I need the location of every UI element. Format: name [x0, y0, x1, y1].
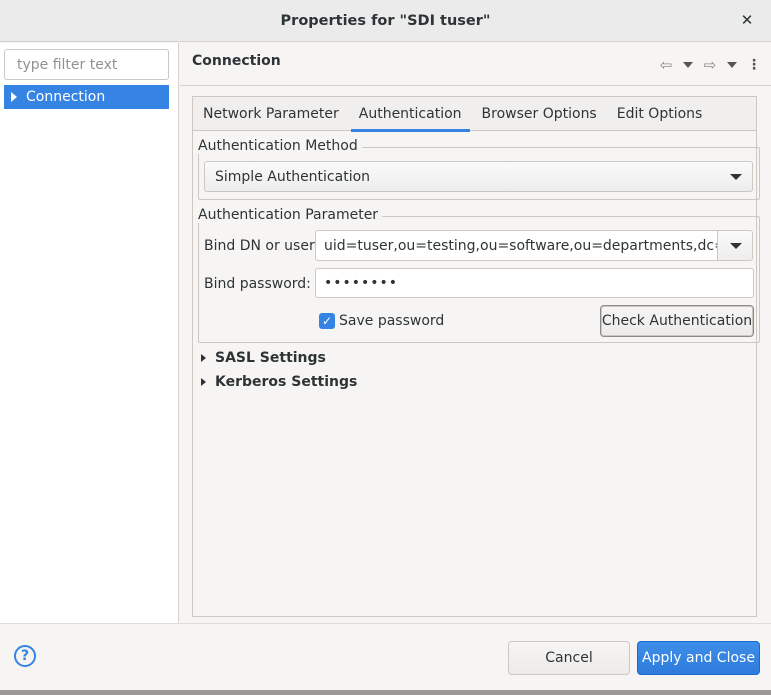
tab-edit-options[interactable]: Edit Options — [607, 97, 713, 131]
bind-dn-label: Bind DN or user: — [204, 238, 320, 254]
header-divider — [180, 85, 771, 86]
tree-item-label: Connection — [26, 89, 106, 105]
sasl-settings-label: SASL Settings — [215, 350, 326, 366]
tab-folder: Network Parameter Authentication Browser… — [192, 96, 760, 617]
sasl-settings-expander[interactable]: SASL Settings — [201, 350, 326, 366]
apply-and-close-button[interactable]: Apply and Close — [637, 641, 760, 675]
close-icon[interactable]: ✕ — [737, 10, 757, 30]
nav-toolbar: ⇦ ⇨ ⋮ — [655, 56, 761, 74]
tab-authentication[interactable]: Authentication — [349, 97, 472, 132]
auth-param-legend: Authentication Parameter — [198, 207, 383, 223]
cancel-button[interactable]: Cancel — [508, 641, 630, 675]
forward-history-dropdown-icon[interactable] — [727, 62, 737, 68]
filter-input[interactable] — [4, 49, 169, 80]
chevron-down-icon — [730, 243, 742, 249]
view-menu-icon[interactable]: ⋮ — [747, 57, 761, 73]
window-bottom-edge — [0, 690, 771, 695]
left-pane: Connection — [0, 43, 179, 623]
tab-network-parameter[interactable]: Network Parameter — [193, 97, 349, 131]
expand-arrow-icon[interactable] — [11, 92, 17, 102]
check-authentication-button[interactable]: Check Authentication — [600, 305, 754, 337]
title-bar: Properties for "SDI tuser" ✕ — [0, 0, 771, 42]
auth-method-value: Simple Authentication — [215, 168, 371, 185]
tab-bar: Network Parameter Authentication Browser… — [193, 97, 756, 132]
back-arrow-icon[interactable]: ⇦ — [655, 56, 677, 74]
save-password-checkbox[interactable]: ✓ — [319, 313, 335, 329]
tab-browser-options[interactable]: Browser Options — [472, 97, 607, 131]
help-icon[interactable]: ? — [14, 645, 36, 667]
chevron-down-icon — [730, 173, 742, 180]
back-history-dropdown-icon[interactable] — [683, 62, 693, 68]
expand-arrow-icon — [201, 354, 206, 362]
right-pane: Connection ⇦ ⇨ ⋮ Network Parameter Authe… — [180, 43, 771, 623]
kerberos-settings-label: Kerberos Settings — [215, 374, 358, 390]
page-title: Connection — [192, 53, 281, 69]
tree-item-connection[interactable]: Connection — [4, 85, 169, 109]
footer-divider — [0, 623, 771, 624]
bind-dn-history-button[interactable] — [717, 230, 753, 261]
save-password-label[interactable]: Save password — [339, 313, 444, 329]
auth-method-legend: Authentication Method — [198, 138, 362, 154]
password-field[interactable]: •••••••• — [315, 268, 754, 298]
kerberos-settings-expander[interactable]: Kerberos Settings — [201, 374, 357, 390]
window-title: Properties for "SDI tuser" — [280, 12, 491, 29]
password-label: Bind password: — [204, 276, 311, 292]
bind-dn-input[interactable]: uid=tuser,ou=testing,ou=software,ou=depa… — [315, 230, 718, 261]
expand-arrow-icon — [201, 378, 206, 386]
auth-method-select[interactable]: Simple Authentication — [204, 161, 753, 192]
forward-arrow-icon[interactable]: ⇨ — [699, 56, 721, 74]
